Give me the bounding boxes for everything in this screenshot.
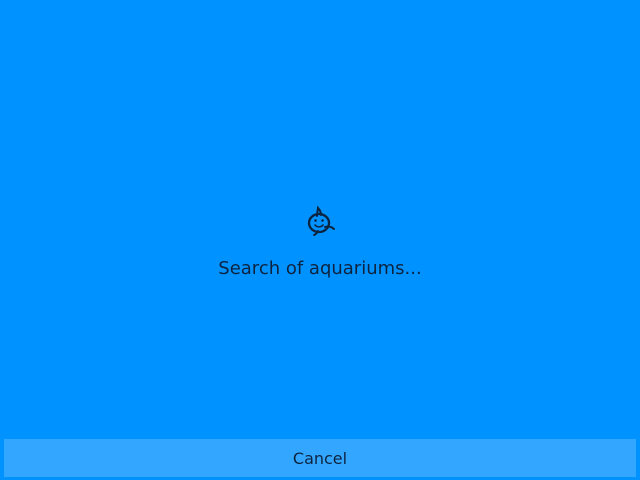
fish-icon [307, 205, 335, 236]
loading-panel: Search of aquariums... [0, 202, 640, 279]
search-screen: Search of aquariums... Cancel [0, 0, 640, 480]
cancel-button[interactable]: Cancel [4, 439, 636, 477]
loading-message: Search of aquariums... [218, 258, 422, 279]
